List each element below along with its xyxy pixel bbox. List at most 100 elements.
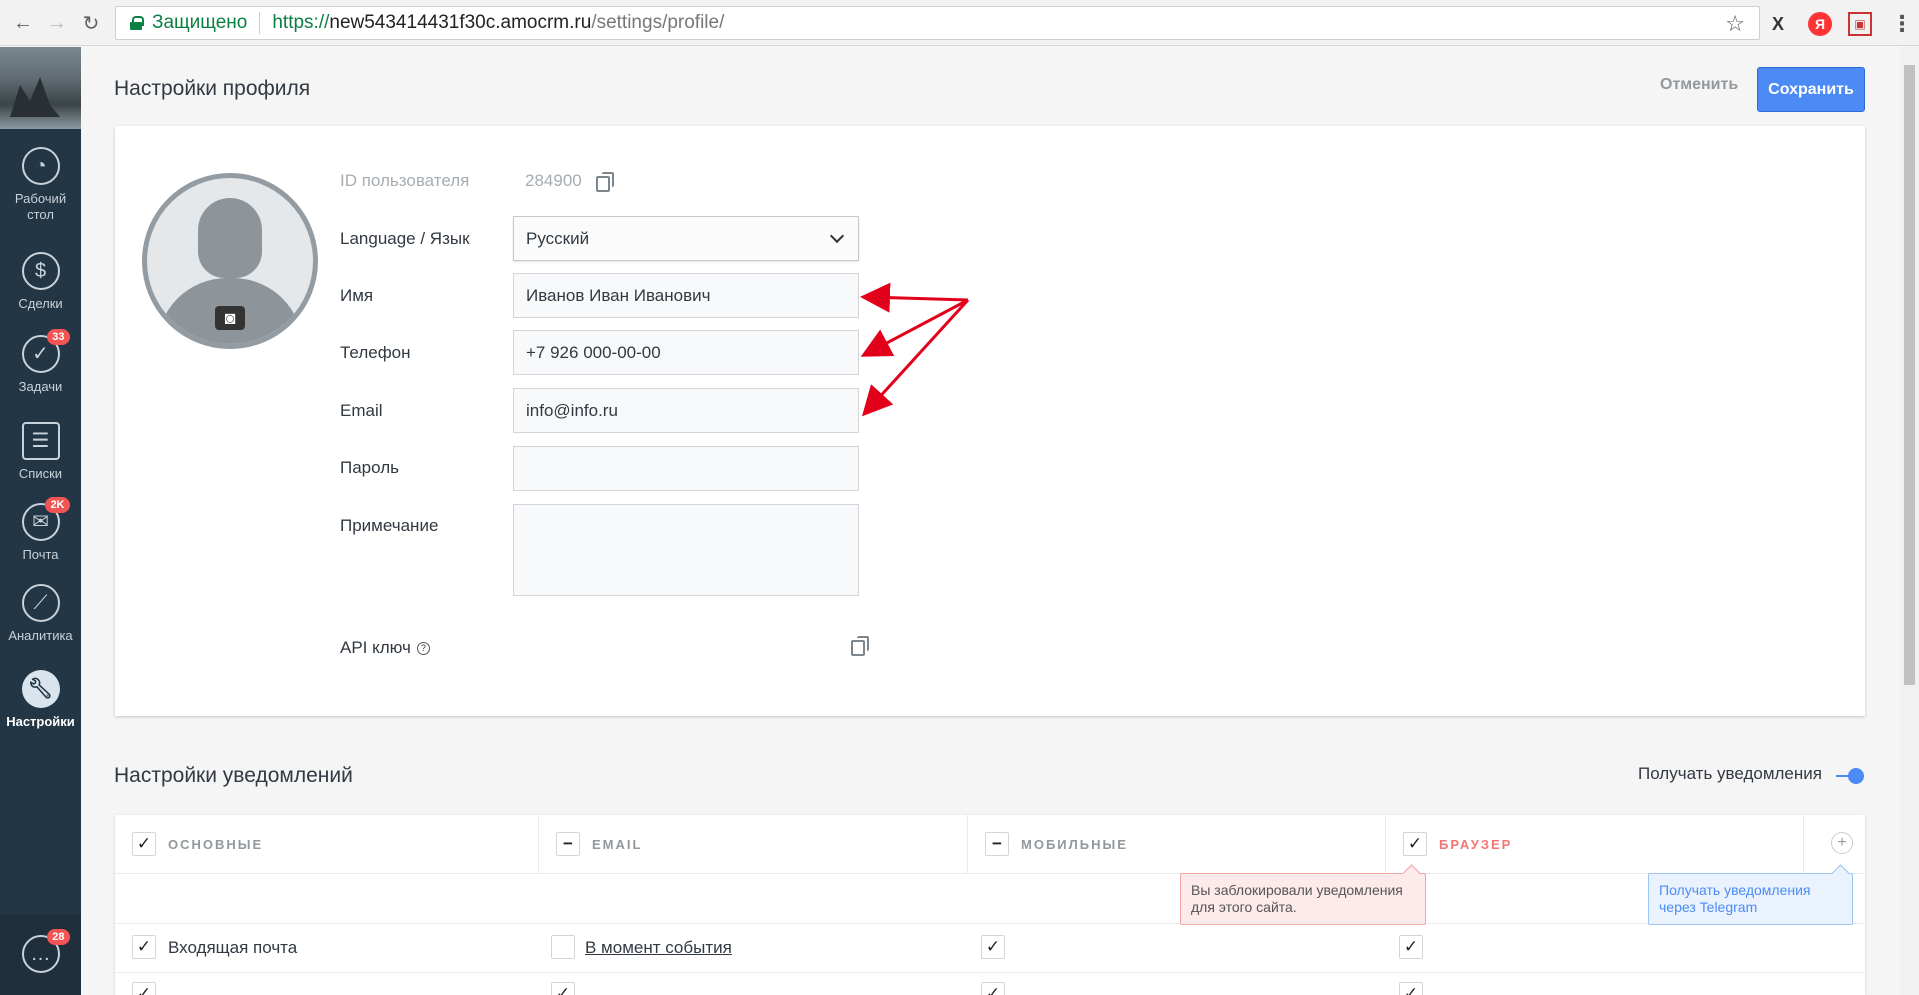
address-bar[interactable]: Защищено https://new543414431f30c.amocrm… (115, 6, 1760, 40)
language-select[interactable]: Русский (513, 216, 859, 261)
dashboard-icon: ◔ (21, 147, 60, 185)
nav-analytics[interactable]: ⟋ Аналитика (0, 584, 81, 644)
menu-dots-icon[interactable]: ⋮ (1890, 11, 1914, 36)
url-path: /settings/profile/ (591, 12, 725, 33)
check-icon: ✓ 33 (21, 329, 70, 373)
user-id-value: 284900 (525, 171, 582, 190)
row-email-timing-link[interactable]: В момент события (585, 938, 732, 958)
nav-label: Настройки (6, 714, 75, 729)
divider (115, 972, 1865, 973)
camera-icon[interactable]: ◙ (215, 306, 245, 330)
lock-icon (130, 16, 144, 30)
name-field[interactable]: Иванов Иван Иванович (513, 273, 859, 318)
extension-x-icon[interactable]: X (1766, 12, 1790, 36)
wrench-icon: 🔧︎ (21, 670, 60, 708)
yandex-icon[interactable]: Я (1808, 12, 1832, 36)
phone-field[interactable]: +7 926 000-00-00 (513, 330, 859, 375)
row-checkbox[interactable]: ✓ (132, 982, 156, 995)
chart-icon: ⟋ (21, 584, 60, 622)
column-mobile-checkbox[interactable]: − (985, 832, 1009, 856)
profile-card (115, 126, 1865, 716)
column-main: ✓ ОСНОВНЫЕ (115, 815, 539, 873)
nav-label: Задачи (18, 379, 63, 394)
nav-tasks[interactable]: ✓ 33 Задачи (0, 329, 81, 395)
chat-panel[interactable]: … 28 (0, 915, 81, 995)
bookmark-star-icon[interactable]: ☆ (1725, 11, 1745, 37)
row-main-checkbox[interactable]: ✓ (132, 935, 156, 959)
add-channel-button[interactable]: + (1831, 832, 1853, 854)
column-main-label: ОСНОВНЫЕ (168, 836, 264, 852)
api-key-label: API ключ (340, 638, 411, 657)
copy-icon[interactable] (596, 172, 614, 192)
column-email: − EMAIL (539, 815, 968, 873)
note-field[interactable] (513, 504, 859, 596)
column-browser: ✓ БРАУЗЕР (1386, 815, 1804, 873)
nav-label: Аналитика (8, 628, 73, 643)
dollar-icon: $ (21, 252, 60, 290)
column-browser-checkbox[interactable]: ✓ (1403, 832, 1427, 856)
nav-label: Почта (22, 547, 59, 562)
forward-icon[interactable]: → (44, 10, 70, 36)
api-key-row: API ключ? (340, 638, 430, 658)
reload-icon[interactable]: ↻ (78, 10, 104, 36)
divider (115, 923, 1865, 924)
notifications-title: Настройки уведомлений (114, 764, 353, 787)
page-scrollbar[interactable] (1900, 47, 1919, 995)
nav-mail[interactable]: ✉ 2K Почта (0, 497, 81, 563)
row-checkbox[interactable]: ✓ (981, 982, 1005, 995)
language-value: Русский (526, 228, 590, 248)
row-checkbox[interactable]: ✓ (551, 982, 575, 995)
column-mobile-label: МОБИЛЬНЫЕ (1021, 836, 1128, 852)
account-avatar[interactable] (0, 47, 81, 129)
row-email-checkbox[interactable] (551, 935, 575, 959)
nav-lists[interactable]: ☰ Списки (0, 422, 81, 482)
save-button[interactable]: Сохранить (1757, 67, 1865, 112)
url-host: new543414431f30c.amocrm.ru (329, 12, 592, 33)
row-checkbox[interactable]: ✓ (1399, 982, 1423, 995)
password-label: Пароль (340, 458, 399, 477)
back-icon[interactable]: ← (10, 10, 36, 36)
email-field[interactable]: info@info.ru (513, 388, 859, 433)
secure-label: Защищено (152, 12, 261, 34)
row-browser-checkbox[interactable]: ✓ (1399, 935, 1423, 959)
nav-label: Сделки (18, 296, 63, 311)
extension-icon[interactable]: ▣ (1848, 12, 1872, 36)
blocked-notifications-tooltip: Вы заблокировали уведомления для этого с… (1180, 873, 1426, 925)
mail-badge: 2K (45, 497, 70, 513)
phone-label: Телефон (340, 343, 411, 362)
list-icon: ☰ (21, 422, 60, 460)
nav-settings[interactable]: 🔧︎ Настройки (0, 670, 81, 730)
notifications-table: ✓ ОСНОВНЫЕ − EMAIL − МОБИЛЬНЫЕ ✓ БРАУЗЕР… (115, 815, 1865, 995)
email-label: Email (340, 401, 383, 420)
chat-icon: … 28 (21, 929, 70, 973)
chevron-down-icon (829, 228, 845, 244)
user-id-label: ID пользователя (340, 171, 470, 190)
telegram-tooltip[interactable]: Получать уведомления через Telegram (1648, 873, 1853, 925)
page-title: Настройки профиля (114, 77, 311, 100)
left-sidebar: ◔ Рабочий стол $ Сделки ✓ 33 Задачи ☰ Спи… (0, 47, 81, 995)
chat-badge: 28 (47, 929, 70, 945)
notifications-toggle[interactable] (1836, 768, 1864, 784)
column-email-label: EMAIL (592, 836, 643, 852)
nav-label: Рабочий стол (14, 191, 67, 222)
user-photo[interactable]: ◙ (142, 173, 318, 349)
url-scheme: https:// (272, 12, 330, 33)
scrollbar-thumb[interactable] (1904, 65, 1915, 685)
column-main-checkbox[interactable]: ✓ (132, 832, 156, 856)
nav-label: Списки (18, 466, 63, 481)
row-label: Входящая почта (168, 938, 298, 957)
column-mobile: − МОБИЛЬНЫЕ (968, 815, 1386, 873)
nav-deals[interactable]: $ Сделки (0, 252, 81, 312)
nav-dashboard[interactable]: ◔ Рабочий стол (0, 147, 81, 223)
name-label: Имя (340, 286, 374, 305)
cancel-button[interactable]: Отменить (1660, 76, 1738, 94)
language-label: Language / Язык (340, 229, 470, 248)
chat-button[interactable]: … 28 (0, 929, 81, 979)
column-email-checkbox[interactable]: − (556, 832, 580, 856)
receive-notifications-label: Получать уведомления (1638, 764, 1822, 783)
help-icon[interactable]: ? (416, 642, 430, 656)
tasks-badge: 33 (47, 329, 70, 345)
copy-api-icon[interactable] (851, 636, 869, 656)
password-field[interactable] (513, 446, 859, 491)
row-mobile-checkbox[interactable]: ✓ (981, 935, 1005, 959)
